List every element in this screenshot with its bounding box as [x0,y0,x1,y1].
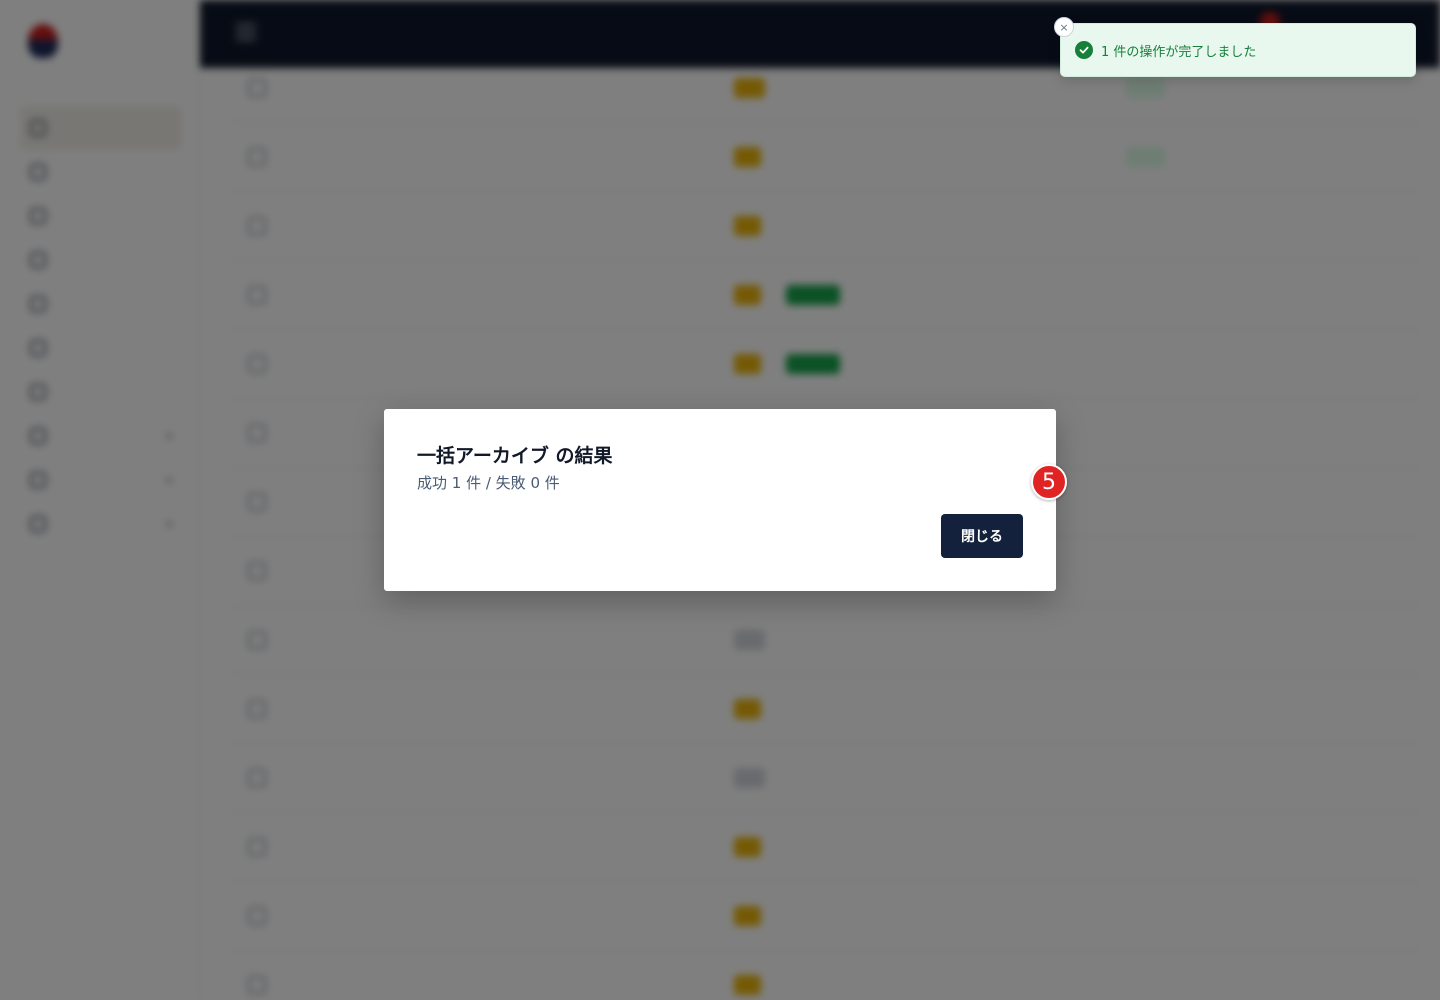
result-dialog: 一括アーカイブ の結果 成功 1 件 / 失敗 0 件 閉じる [384,409,1056,591]
dialog-title: 一括アーカイブ の結果 [417,445,613,467]
success-toast: 1 件の操作が完了しました × [1054,17,1416,77]
toast-close-icon[interactable]: × [1054,17,1074,37]
check-circle-icon [1075,41,1093,59]
dialog-summary: 成功 1 件 / 失敗 0 件 [417,474,560,492]
close-button[interactable]: 閉じる [941,514,1023,558]
step-number-badge: 5 [1031,464,1067,500]
toast-message: 1 件の操作が完了しました [1101,44,1257,60]
